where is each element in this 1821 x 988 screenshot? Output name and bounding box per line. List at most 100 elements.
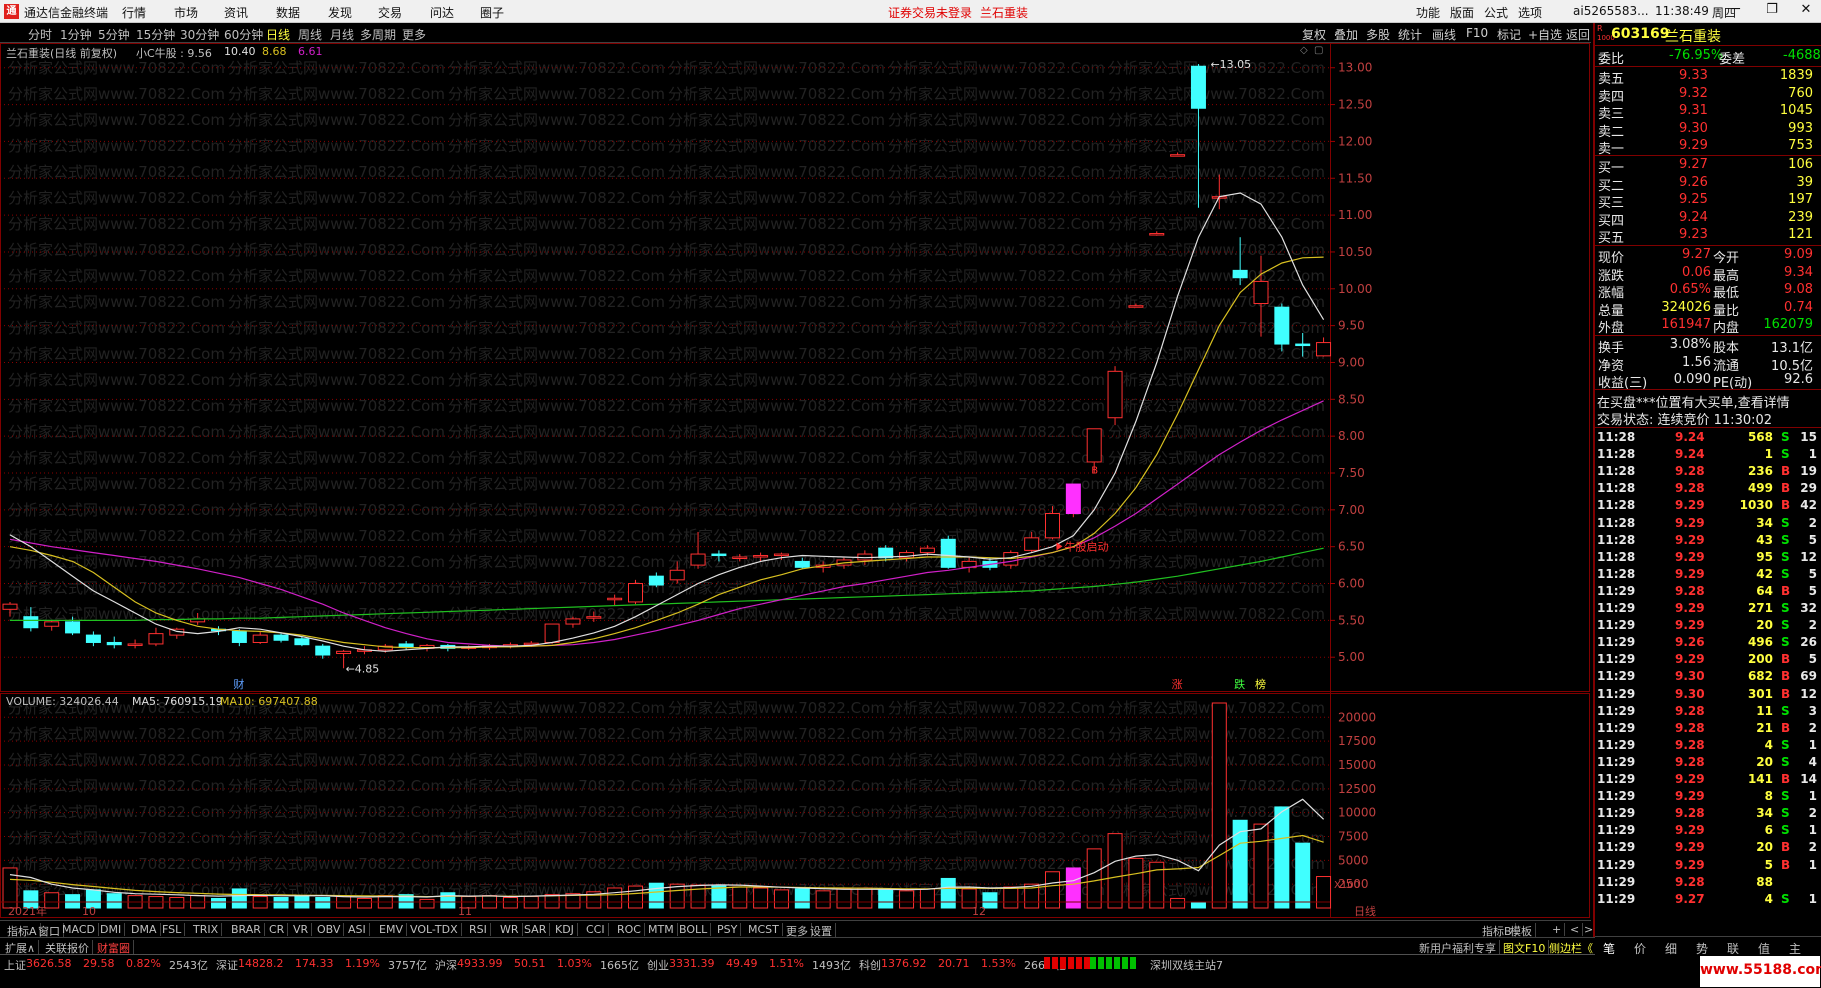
menu-circle[interactable]: 圈子 [480,4,504,21]
indicator-tab-cci[interactable]: CCI [583,923,609,936]
volume-bar[interactable] [1086,848,1102,909]
indicator-tab-emv[interactable]: EMV [376,923,407,936]
indicator-tab-fsl[interactable]: FSL [159,923,186,936]
kline-candle[interactable] [85,631,101,647]
restore-icon[interactable]: ❐ [1758,2,1786,21]
volume-bar[interactable] [732,886,748,909]
kline-candle[interactable] [252,631,268,644]
menu-trade[interactable]: 交易 [378,4,402,21]
volume-bar[interactable] [1170,897,1186,909]
menu-data[interactable]: 数据 [276,4,300,21]
volume-bar[interactable] [1274,806,1290,909]
server-name[interactable]: 深圳双线主站7 [1150,957,1223,973]
kline-candle[interactable] [273,633,289,643]
indicator-tab-sar[interactable]: SAR [521,923,551,936]
chart-diamond-icon[interactable]: ◇ [1300,45,1308,56]
volume-bar[interactable] [65,894,81,909]
volume-bar[interactable] [607,887,623,909]
kline-candle[interactable] [1274,303,1290,352]
volume-bar[interactable] [1107,833,1123,909]
volume-bar[interactable] [211,897,226,909]
volume-bar[interactable] [836,888,852,909]
indicator-tab-boll[interactable]: BOLL [676,923,712,936]
kline-candle[interactable] [44,620,60,631]
indicator-tab-dma[interactable]: DMA [128,923,161,936]
tool-fuquan[interactable]: 复权 [1302,26,1326,43]
volume-bar[interactable] [356,897,372,909]
kline-candle[interactable] [398,641,414,650]
bid-row[interactable]: 买五 9.23 121 [1595,227,1821,246]
tab-fenshi[interactable]: 分时 [28,26,52,43]
kline-candle[interactable] [148,627,164,647]
indicator-tab-macd[interactable]: MACD [59,923,99,936]
menu-wenda[interactable]: 问达 [430,4,454,21]
side-tab-2[interactable]: 细 [1665,940,1677,957]
limit-down-mark[interactable]: 跌 [1234,677,1245,691]
volume-bar[interactable] [773,889,789,909]
tab-monthly[interactable]: 月线 [330,26,354,43]
indicator-tab-asi[interactable]: ASI [345,923,370,936]
indicator-tab-wr[interactable]: WR [497,923,523,936]
volume-bar[interactable] [815,890,831,909]
volume-bar[interactable] [1128,857,1144,909]
side-tab-1[interactable]: 价 [1634,940,1646,957]
indicator-tab-brar[interactable]: BRAR [228,923,265,936]
volume-chart-panel[interactable]: 分析家公式网www.70822.Com 分析家公式网www.70822.Com 分析… [0,693,1591,918]
side-tab-4[interactable]: 联 [1727,940,1739,957]
volume-bar[interactable] [231,888,247,909]
volume-bar[interactable] [1045,871,1060,909]
kline-candle[interactable] [106,636,122,649]
site-banner[interactable]: www.55188.com [1700,955,1821,987]
limit-up-mark[interactable]: 涨 [1172,678,1183,691]
menu-market-quotes[interactable]: 行情 [122,4,146,21]
bid-row[interactable]: 买二 9.26 39 [1595,175,1821,194]
login-notice[interactable]: 证券交易未登录 [888,4,972,21]
kline-candle[interactable] [940,535,956,569]
menu-options[interactable]: 选项 [1518,4,1542,21]
indicator-tab-rsi[interactable]: RSI [466,923,491,936]
tab-weekly[interactable]: 周线 [298,26,322,43]
volume-bar[interactable] [899,890,915,909]
volume-bar[interactable] [711,885,727,909]
tool-draw[interactable]: 画线 [1432,26,1456,43]
kline-candle[interactable] [127,639,143,649]
tool-stats[interactable]: 统计 [1398,26,1422,43]
indicator-tab-vol-tdx[interactable]: VOL-TDX [407,923,462,936]
bid-row[interactable]: 买四 9.24 239 [1595,210,1821,229]
indicator-tab-cr[interactable]: CR [266,923,289,936]
tab-15min[interactable]: 15分钟 [136,26,175,43]
bid-row[interactable]: 买一 9.27 106 [1595,157,1821,176]
menu-layout[interactable]: 版面 [1450,4,1474,21]
volume-bar[interactable] [1003,886,1019,909]
volume-bar[interactable] [648,882,664,909]
side-tab-3[interactable]: 势 [1696,940,1708,957]
tool-overlay[interactable]: 叠加 [1334,26,1358,43]
indicator-tab-psy[interactable]: PSY [714,923,742,936]
volume-bar[interactable] [273,897,289,909]
volume-bar[interactable] [919,888,935,909]
tab-daily[interactable]: 日线 [266,26,290,43]
kline-chart-panel[interactable]: 分析家公式网www.70822.Com 分析家公式网www.70822.Com 分析… [0,43,1591,693]
user-account[interactable]: ai5265583... [1573,4,1649,18]
tab-multi-period[interactable]: 多周期 [360,26,396,43]
kline-candle[interactable] [1107,366,1123,426]
kline-candle[interactable] [231,629,247,647]
kline-candle[interactable] [628,579,643,605]
indicator-tab-mcst[interactable]: MCST [745,923,783,936]
tab-60min[interactable]: 60分钟 [224,26,263,43]
ask-row[interactable]: 卖五 9.33 1839 [1595,68,1821,87]
kline-candle[interactable] [315,643,331,659]
indicator-tab-vr[interactable]: VR [290,923,313,936]
volume-bar[interactable] [753,887,769,909]
tool-mark[interactable]: 标记 [1497,26,1521,43]
volume-chart-svg[interactable]: 分析家公式网www.70822.Com 分析家公式网www.70822.Com 分析… [0,693,1591,918]
volume-bar[interactable] [878,889,894,909]
side-tab-6[interactable]: 主 [1789,940,1801,957]
volume-bar[interactable] [1253,823,1269,909]
volume-bar[interactable] [544,894,560,909]
ask-row[interactable]: 卖三 9.31 1045 [1595,103,1821,122]
volume-bar[interactable] [940,877,956,909]
tool-add-watch[interactable]: +自选 [1528,26,1562,43]
kline-candle[interactable] [1065,483,1081,518]
side-tab-0[interactable]: 笔 [1603,940,1615,957]
